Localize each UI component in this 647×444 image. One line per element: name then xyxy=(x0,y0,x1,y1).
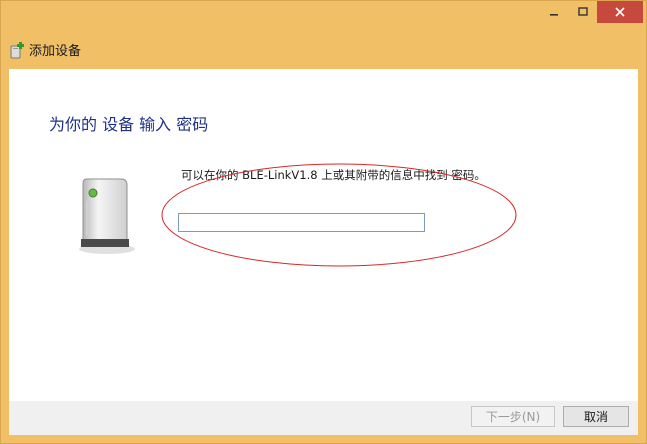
main-content: 为你的 设备 输入 密码 可以在你的 BLE-LinkV1.8 上或其附带的信息… xyxy=(9,69,638,401)
minimize-button[interactable] xyxy=(539,1,569,23)
cancel-button[interactable]: 取消 xyxy=(563,406,629,427)
minimize-icon xyxy=(550,14,558,16)
title-bar xyxy=(1,1,646,31)
next-button[interactable]: 下一步(N) xyxy=(471,406,555,427)
maximize-icon xyxy=(578,7,588,16)
add-device-window: 添加设备 为你的 设备 输入 密码 可以在你的 BLE-LinkV1.8 上或其… xyxy=(0,0,647,444)
instruction-text: 可以在你的 BLE-LinkV1.8 上或其附带的信息中找到 密码。 xyxy=(181,168,486,182)
close-icon xyxy=(615,7,625,17)
add-device-icon xyxy=(10,42,24,59)
window-title: 添加设备 xyxy=(29,44,82,59)
close-button[interactable] xyxy=(597,1,643,23)
nav-bar: 添加设备 xyxy=(1,31,646,69)
maximize-button[interactable] xyxy=(569,1,597,23)
footer-bar: 下一步(N) 取消 xyxy=(9,401,638,435)
page-title: 为你的 设备 输入 密码 xyxy=(49,115,209,134)
device-icon xyxy=(79,178,135,254)
passcode-input[interactable] xyxy=(178,213,425,232)
